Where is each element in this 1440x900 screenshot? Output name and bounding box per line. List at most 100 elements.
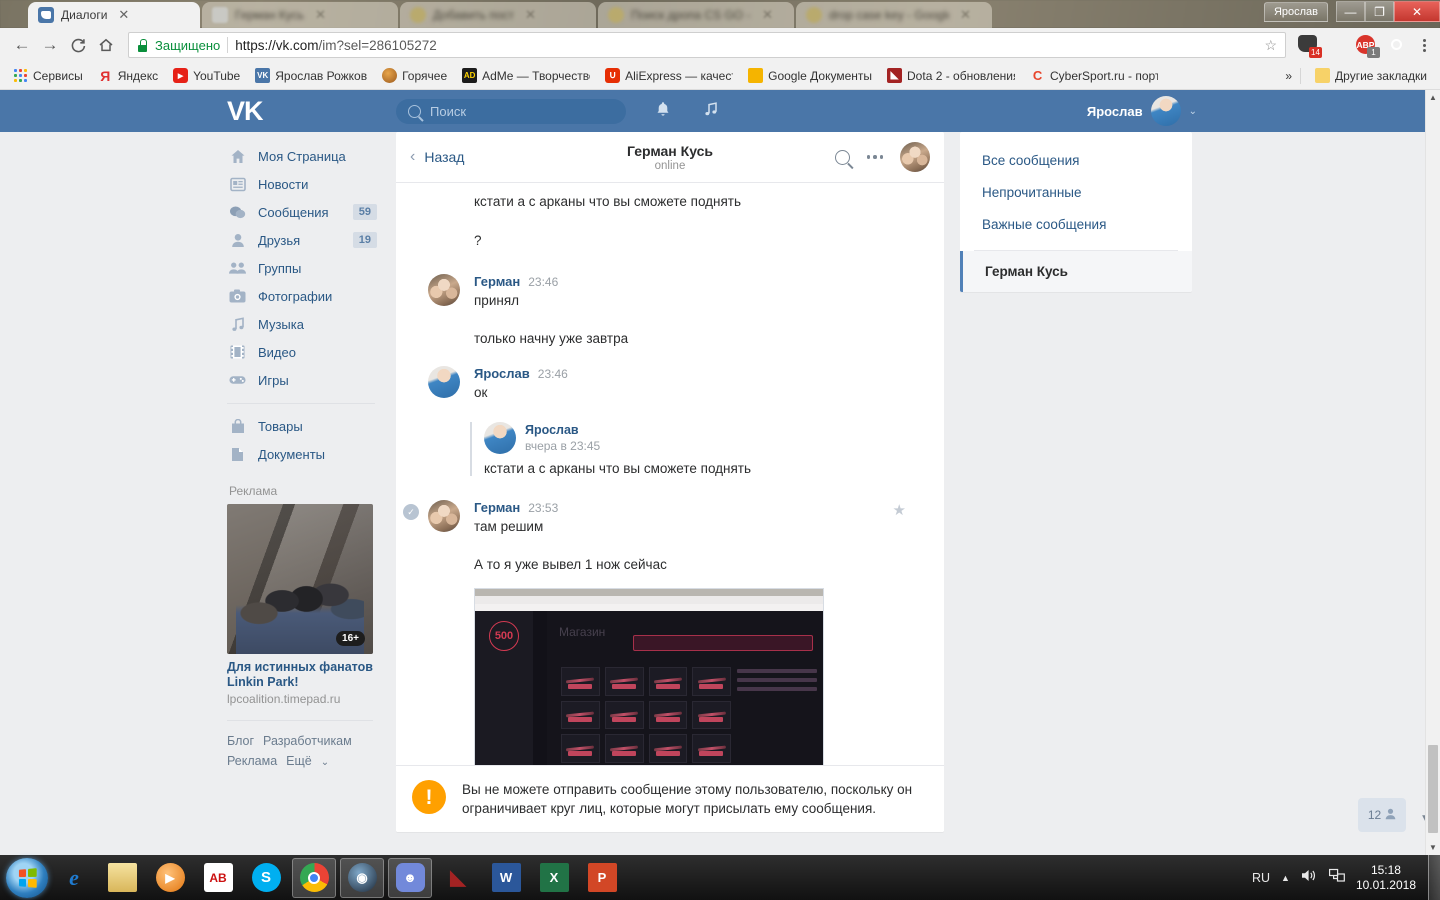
taskbar-steam[interactable]: ◉	[340, 857, 384, 898]
filter-all-messages[interactable]: Все сообщения	[960, 144, 1192, 176]
attached-screenshot[interactable]: 500 Магазин	[474, 588, 824, 765]
show-hidden-icons-arrow[interactable]: ▲	[1281, 873, 1290, 883]
language-indicator[interactable]: RU	[1252, 871, 1270, 885]
bookmark-services[interactable]: Сервисы	[7, 65, 89, 86]
sidebar-item-messages[interactable]: Сообщения 59	[227, 198, 377, 226]
message-author[interactable]: Ярослав	[474, 366, 530, 381]
taskbar-internet-explorer[interactable]: e	[52, 858, 96, 898]
show-desktop-button[interactable]	[1428, 855, 1440, 900]
browser-tab[interactable]: drop case key - Google Se ✕	[796, 2, 992, 28]
bookmark-cybersport[interactable]: C CyberSport.ru - портал	[1024, 65, 1164, 86]
globe-extension-icon[interactable]	[1327, 35, 1347, 55]
scroll-up-arrow[interactable]: ▲	[1426, 90, 1440, 105]
taskbar-discord[interactable]: ☻	[388, 857, 432, 898]
avatar[interactable]	[428, 366, 460, 398]
taskbar-word[interactable]: W	[484, 858, 528, 898]
taskbar-excel[interactable]: X	[532, 858, 576, 898]
bookmark-star-icon[interactable]: ☆	[1264, 37, 1277, 54]
close-icon[interactable]: ✕	[118, 7, 129, 23]
sidebar-item-news[interactable]: Новости	[227, 170, 377, 198]
page-scrollbar[interactable]: ▲ ▼	[1425, 90, 1440, 855]
search-input[interactable]	[430, 104, 614, 119]
sidebar-item-games[interactable]: Игры	[227, 366, 377, 394]
vk-logo[interactable]: VK	[227, 98, 267, 125]
bookmark-youtube[interactable]: ▶ YouTube	[167, 65, 246, 86]
quoted-reply[interactable]: Ярослав вчера в 23:45 кстати а с арканы …	[470, 422, 944, 476]
notifications-bell-icon[interactable]	[655, 101, 671, 123]
close-icon[interactable]: ✕	[315, 7, 326, 23]
filter-important[interactable]: Важные сообщения	[960, 208, 1192, 240]
browser-tab[interactable]: Добавить пост ✕	[400, 2, 596, 28]
close-icon[interactable]: ✕	[525, 7, 536, 23]
search-icon[interactable]	[834, 149, 850, 165]
bookmarks-overflow-button[interactable]: »	[1285, 69, 1292, 83]
avatar[interactable]	[428, 274, 460, 306]
close-icon[interactable]: ✕	[960, 7, 971, 23]
avatar[interactable]	[428, 500, 460, 532]
sidebar-item-groups[interactable]: Группы	[227, 254, 377, 282]
message-author[interactable]: Герман	[474, 274, 520, 289]
bookmark-pikabu[interactable]: Горячее	[376, 65, 453, 86]
more-options-icon[interactable]	[866, 155, 883, 159]
reload-button[interactable]	[64, 31, 92, 59]
taskbar-powerpoint[interactable]: P	[580, 858, 624, 898]
browser-tab[interactable]: Герман Кусь ✕	[202, 2, 398, 28]
message-author[interactable]: Герман	[474, 500, 520, 515]
bookmark-vk-profile[interactable]: VK Ярослав Рожков	[249, 65, 373, 86]
back-button[interactable]: ‹ Назад	[396, 148, 464, 166]
scrollbar-thumb[interactable]	[1428, 745, 1438, 833]
home-button[interactable]	[92, 31, 120, 59]
scroll-down-arrow[interactable]: ▼	[1426, 840, 1440, 855]
clock[interactable]: 15:18 10.01.2018	[1356, 863, 1416, 893]
online-friends-chip[interactable]: 12	[1358, 798, 1406, 832]
ad-image[interactable]: 16+	[227, 504, 373, 654]
bookmark-dota2[interactable]: ◣ Dota 2 - обновления	[881, 65, 1021, 86]
sidebar-item-photos[interactable]: Фотографии	[227, 282, 377, 310]
adblock-plus-icon[interactable]: ABP 1	[1356, 35, 1380, 58]
taskbar-media-player[interactable]: ▶	[148, 858, 192, 898]
ghostery-extension-icon[interactable]	[1385, 35, 1405, 55]
sidebar-item-music[interactable]: Музыка	[227, 310, 377, 338]
sidebar-item-documents[interactable]: Документы	[227, 440, 377, 468]
pocket-extension-icon[interactable]: 14	[1298, 35, 1322, 58]
bookmark-aliexpress[interactable]: ∪ AliExpress — качестве	[599, 65, 739, 86]
taskbar-dota2[interactable]: ◣	[436, 858, 480, 898]
footer-link-ads[interactable]: Реклама	[227, 754, 277, 768]
close-window-button[interactable]: ✕	[1394, 1, 1440, 22]
vk-search-box[interactable]	[396, 99, 626, 124]
music-note-icon[interactable]	[703, 101, 719, 123]
taskbar-explorer[interactable]	[100, 858, 144, 898]
conversation-item-active[interactable]: Герман Кусь	[960, 251, 1192, 292]
volume-icon[interactable]	[1301, 868, 1318, 888]
ad-title[interactable]: Для истинных фанатов Linkin Park!	[227, 660, 373, 690]
close-icon[interactable]: ✕	[762, 7, 773, 23]
important-star-icon[interactable]: ★	[893, 501, 906, 519]
other-bookmarks-folder[interactable]: Другие закладки	[1309, 65, 1433, 86]
forward-button[interactable]: →	[36, 31, 64, 59]
avatar[interactable]	[900, 142, 930, 172]
browser-tab[interactable]: Поиск дропа CS GO - две в о ✕	[598, 2, 794, 28]
vk-profile-menu[interactable]: Ярослав ⌄	[1087, 96, 1197, 126]
footer-link-blog[interactable]: Блог	[227, 734, 254, 748]
sidebar-item-market[interactable]: Товары	[227, 412, 377, 440]
filter-unread[interactable]: Непрочитанные	[960, 176, 1192, 208]
footer-link-more[interactable]: Ещё	[286, 754, 312, 768]
message-list[interactable]: кстати а с арканы что вы сможете поднять…	[396, 183, 944, 765]
maximize-button[interactable]: ❐	[1365, 1, 1394, 22]
sidebar-item-friends[interactable]: Друзья 19	[227, 226, 377, 254]
window-user-chip[interactable]: Ярослав	[1263, 2, 1328, 22]
browser-tab-active[interactable]: Диалоги ✕	[28, 2, 200, 28]
bookmark-adme[interactable]: AD AdMe — Творчество	[456, 65, 596, 86]
chrome-menu-icon[interactable]	[1416, 38, 1432, 52]
sidebar-item-my-page[interactable]: Моя Страница	[227, 142, 377, 170]
taskbar-paint-net[interactable]: AB	[196, 858, 240, 898]
windows-start-icon[interactable]	[6, 857, 48, 898]
taskbar-chrome[interactable]	[292, 857, 336, 898]
bookmark-google-docs[interactable]: Google Документы	[742, 65, 878, 86]
sidebar-item-video[interactable]: Видео	[227, 338, 377, 366]
back-button[interactable]: ←	[8, 31, 36, 59]
network-icon[interactable]	[1328, 868, 1345, 887]
bookmark-yandex[interactable]: Я Яндекс	[92, 65, 164, 86]
address-bar[interactable]: Защищено https://vk.com/im?sel=286105272…	[128, 32, 1286, 58]
footer-link-developers[interactable]: Разработчикам	[263, 734, 352, 748]
